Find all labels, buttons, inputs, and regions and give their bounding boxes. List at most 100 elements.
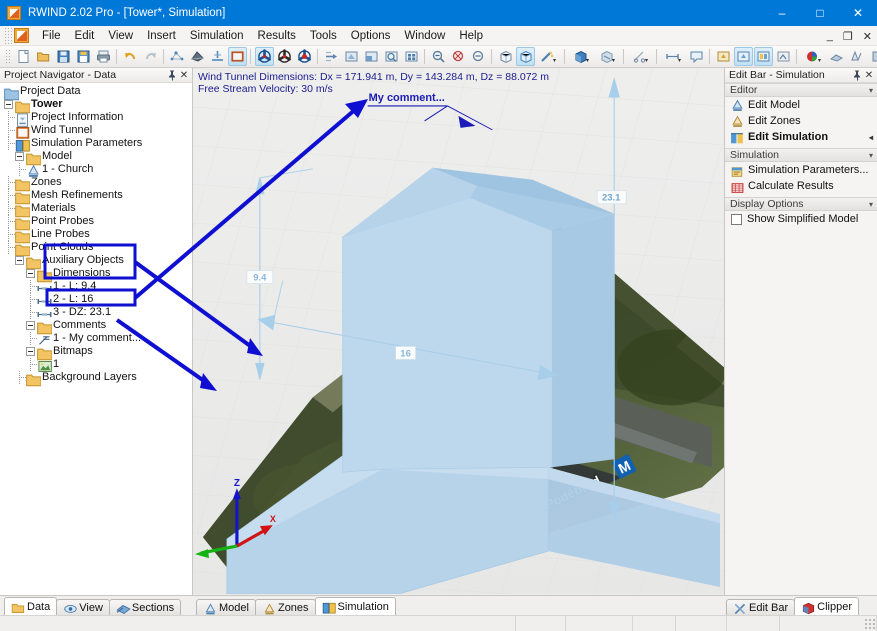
menu-help[interactable]: Help [452, 28, 490, 44]
tree-item-3-dz-23-1[interactable]: 3 - DZ: 23.1 [0, 306, 192, 319]
mesh-refine-icon[interactable] [208, 47, 227, 66]
results-edit-icon[interactable] [774, 47, 793, 66]
tab-view[interactable]: View [56, 599, 110, 616]
tree-expander-icon[interactable] [26, 321, 35, 330]
maximize-button[interactable]: □ [801, 0, 839, 26]
tree-item-1-l-9-4[interactable]: 1 - L: 9.4 [0, 280, 192, 293]
tree-item-project-information[interactable]: Project Information [0, 111, 192, 127]
view-perspective-icon[interactable] [515, 47, 535, 66]
tab-simulation[interactable]: Simulation [314, 597, 396, 616]
close-icon[interactable]: ✕ [863, 69, 875, 81]
zones-edit-icon[interactable] [733, 47, 753, 66]
pin-icon[interactable] [851, 69, 863, 81]
flow-direction-icon[interactable] [322, 47, 341, 66]
simulation-edit-icon[interactable] [753, 47, 773, 66]
3d-viewport[interactable]: Jiřího z Poděbrad Slezská M [193, 68, 725, 595]
chevron-down-icon[interactable]: ▾ [645, 57, 648, 65]
open-icon[interactable] [34, 47, 53, 66]
tree-item-zones[interactable]: Zones [0, 176, 192, 191]
edit-bar-group-simulation[interactable]: Simulation ▾ [725, 148, 877, 162]
tab-data[interactable]: Data [4, 597, 58, 616]
simulation-run-icon[interactable] [254, 47, 274, 66]
isosurface-icon[interactable] [867, 47, 877, 66]
tree-item-line-probes[interactable]: Line Probes [0, 228, 192, 243]
chevron-down-icon[interactable]: ▾ [818, 57, 821, 65]
redo-icon[interactable] [141, 47, 160, 66]
menu-grip-handle[interactable] [3, 27, 12, 44]
close-button[interactable]: ✕ [839, 0, 877, 26]
tree-expander-icon[interactable] [15, 256, 24, 265]
edit-bar-item-edit-simulation[interactable]: Edit Simulation ◂ [725, 129, 877, 145]
tree-item-2-l-16[interactable]: 2 - L: 16 [0, 293, 192, 306]
model-edit-icon[interactable] [714, 47, 733, 66]
tree-item-1-my-comment[interactable]: 1 - My comment... [0, 332, 192, 345]
tree-expander-icon[interactable] [26, 347, 35, 356]
document-minimize-button[interactable]: _ [825, 30, 835, 42]
view-iso-icon[interactable] [496, 47, 515, 66]
view-rotate-icon[interactable] [342, 47, 361, 66]
simulation-pause-icon[interactable] [275, 47, 294, 66]
chevron-down-icon[interactable]: ▾ [678, 57, 681, 65]
tab-sections[interactable]: Sections [108, 599, 182, 616]
view-zoom-icon[interactable] [382, 47, 401, 66]
close-icon[interactable]: ✕ [178, 69, 190, 81]
edit-bar-group-display-options[interactable]: Display Options ▾ [725, 197, 877, 211]
zoom-out-icon[interactable] [449, 47, 468, 66]
menu-tools[interactable]: Tools [303, 28, 344, 44]
streamline-icon[interactable] [847, 47, 866, 66]
view-pan-icon[interactable] [362, 47, 381, 66]
comment-icon[interactable] [687, 47, 706, 66]
surface-result-icon[interactable] [827, 47, 846, 66]
wind-tunnel-icon[interactable] [227, 47, 247, 66]
tree-expander-icon[interactable] [26, 269, 35, 278]
save-icon[interactable] [54, 47, 73, 66]
print-icon[interactable] [94, 47, 113, 66]
edit-bar-item-edit-zones[interactable]: Edit Zones [725, 113, 877, 129]
tree-item-1-church[interactable]: 1 - Church [0, 163, 192, 177]
project-tree[interactable]: Project Data Tower Project Information Wind… [0, 83, 192, 595]
tab-zones[interactable]: Zones [254, 599, 316, 616]
3d-scene[interactable]: Jiřího z Poděbrad Slezská M [193, 68, 724, 594]
menu-window[interactable]: Window [397, 28, 452, 44]
tree-item-tower[interactable]: Tower [0, 98, 192, 113]
tree-item-point-clouds[interactable]: Point Clouds [0, 241, 192, 256]
menu-simulation[interactable]: Simulation [183, 28, 251, 44]
chevron-down-icon[interactable]: ▾ [586, 57, 589, 65]
zoom-prev-icon[interactable] [469, 47, 488, 66]
menu-edit[interactable]: Edit [68, 28, 102, 44]
menu-results[interactable]: Results [251, 28, 303, 44]
checkbox-icon[interactable] [731, 213, 742, 225]
tab-edit-bar[interactable]: Edit Bar [726, 599, 796, 616]
tree-item-materials[interactable]: Materials [0, 202, 192, 217]
simulation-stop-icon[interactable] [295, 47, 314, 66]
results-color-icon[interactable]: ▾ [801, 47, 826, 66]
edit-bar-group-editor[interactable]: Editor ▾ [725, 83, 877, 97]
tree-item-1[interactable]: 1 [0, 358, 192, 372]
tab-model[interactable]: Model [196, 599, 256, 616]
menu-options[interactable]: Options [344, 28, 398, 44]
menu-view[interactable]: View [101, 28, 140, 44]
edit-bar-item-edit-model[interactable]: Edit Model [725, 97, 877, 113]
mesh-surface-icon[interactable] [188, 47, 207, 66]
document-close-button[interactable]: ✕ [861, 30, 874, 43]
visibility-icon[interactable]: ▾ [595, 47, 620, 66]
menu-file[interactable]: File [35, 28, 68, 44]
section-plane-icon[interactable]: ▾ [628, 47, 653, 66]
chevron-down-icon[interactable]: ▾ [869, 200, 877, 209]
undo-icon[interactable] [121, 47, 140, 66]
chevron-down-icon[interactable]: ▾ [869, 86, 877, 95]
chevron-down-icon[interactable]: ▾ [869, 151, 877, 160]
view-fit-icon[interactable] [402, 47, 421, 66]
tree-item-comments[interactable]: Comments [0, 319, 192, 334]
tree-item-project-data[interactable]: Project Data [0, 85, 192, 100]
document-icon[interactable] [14, 28, 29, 43]
tree-item-auxiliary-objects[interactable]: Auxiliary Objects [0, 254, 192, 269]
tree-item-model[interactable]: Model [0, 150, 192, 165]
minimize-button[interactable]: – [763, 0, 801, 26]
zoom-window-icon[interactable] [429, 47, 448, 66]
chevron-down-icon[interactable]: ▾ [553, 57, 556, 65]
mesh-points-icon[interactable] [168, 47, 187, 66]
document-restore-button[interactable]: ❐ [841, 30, 855, 43]
edit-bar-item-calculate-results[interactable]: Calculate Results [725, 178, 877, 194]
tree-item-simulation-parameters[interactable]: Simulation Parameters [0, 137, 192, 152]
